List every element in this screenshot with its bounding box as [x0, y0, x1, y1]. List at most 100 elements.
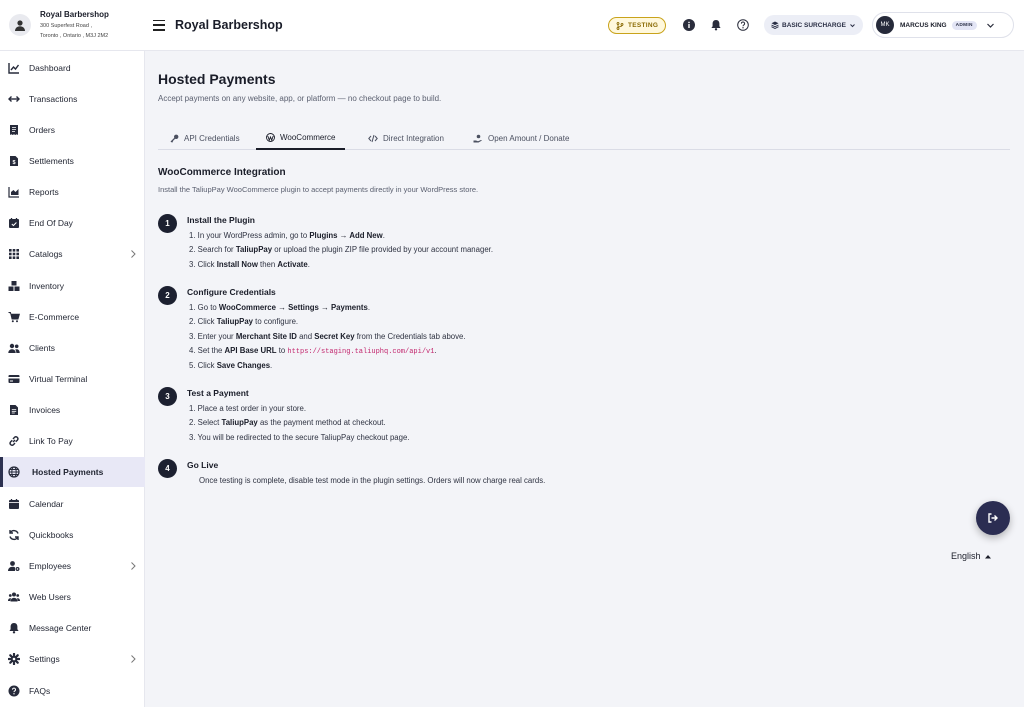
svg-text:$: $	[12, 160, 15, 166]
tab-label: Direct Integration	[383, 134, 444, 143]
tab-direct-integration[interactable]: Direct Integration	[366, 127, 446, 150]
key-icon	[170, 134, 179, 143]
receipt-icon	[10, 125, 18, 135]
step-instruction: 3. Click Install Now then Activate.	[189, 260, 310, 269]
sidebar-item-end-of-day[interactable]: End Of Day	[0, 208, 145, 238]
sidebar-item-quickbooks[interactable]: Quickbooks	[0, 520, 145, 550]
step-instruction: 4. Set the API Base URL to https://stagi…	[189, 346, 437, 356]
sidebar-item-label: Message Center	[29, 623, 92, 633]
sidebar-item-settlements[interactable]: $ Settlements	[0, 146, 145, 176]
top-bar: Royal Barbershop TESTING BASIC SURCHARGE…	[145, 0, 1024, 51]
sidebar-item-web-users[interactable]: Web Users	[0, 582, 145, 612]
step-instruction: 3. You will be redirected to the secure …	[189, 433, 409, 442]
instruction-emphasis: API Base URL	[224, 346, 277, 356]
chart-line-icon	[8, 63, 20, 74]
instruction-text: and	[296, 331, 315, 341]
step-title: Test a Payment	[187, 388, 249, 398]
sidebar-item-label: Calendar	[29, 499, 64, 509]
sidebar-item-catalogs[interactable]: Catalogs	[0, 239, 145, 269]
tab-woocommerce[interactable]: WooCommerce	[256, 127, 346, 150]
instruction-emphasis: Activate	[277, 259, 308, 269]
sidebar-item-message-center[interactable]: Message Center	[0, 613, 145, 643]
user-menu[interactable]: MK MARCUS KING ADMIN	[872, 12, 1014, 38]
tab-api-credentials[interactable]: API Credentials	[168, 127, 242, 150]
instruction-text: to	[276, 346, 288, 356]
instruction-emphasis: TaliupPay	[235, 245, 273, 255]
step-instruction: 2. Search for TaliupPay or upload the pl…	[189, 245, 493, 254]
instruction-emphasis: TaliupPay	[221, 418, 258, 428]
user-gear-icon	[8, 561, 20, 571]
instruction-text: 3. You will be redirected to the secure …	[189, 432, 410, 442]
sidebar-item-calendar[interactable]: Calendar	[0, 489, 145, 519]
help-icon[interactable]	[737, 19, 749, 31]
sidebar-item-label: Transactions	[29, 94, 78, 104]
tab-bar: API Credentials WooCommerce Direct Integ…	[158, 127, 1010, 150]
instruction-text: 2. Click	[189, 317, 217, 327]
business-address-line2: Toronto , Ontario , M3J 2M2	[40, 32, 109, 39]
instruction-text: .	[367, 303, 370, 312]
sidebar-item-label: Reports	[29, 187, 59, 197]
layers-icon	[771, 21, 779, 29]
chevron-down-icon	[986, 23, 994, 28]
sidebar-item-hosted-payments[interactable]: Hosted Payments	[0, 457, 145, 487]
tab-label: WooCommerce	[280, 133, 336, 142]
sidebar-item-dashboard[interactable]: Dashboard	[0, 53, 145, 83]
instruction-text: 2. Search for	[189, 245, 236, 255]
chevron-right-icon	[131, 562, 136, 570]
bell-icon[interactable]	[710, 19, 722, 31]
sidebar-item-reports[interactable]: Reports	[0, 177, 145, 207]
sidebar-item-label: Invoices	[29, 405, 61, 415]
sidebar-item-e-commerce[interactable]: E-Commerce	[0, 302, 145, 332]
instruction-text: then	[257, 259, 278, 269]
step-instruction: 1. Go to WooCommerce → Settings → Paymen…	[189, 303, 370, 312]
sidebar-item-label: Catalogs	[29, 249, 63, 259]
sidebar-item-faqs[interactable]: FAQs	[0, 676, 145, 706]
globe-icon	[8, 466, 20, 478]
sidebar-item-label: Virtual Terminal	[29, 374, 88, 384]
bell-icon	[9, 623, 19, 634]
instruction-emphasis: Save Changes	[216, 360, 271, 370]
sign-out-icon	[988, 513, 998, 523]
info-icon[interactable]	[683, 19, 695, 31]
menu-toggle-icon[interactable]	[153, 19, 165, 31]
step-number: 2	[158, 286, 177, 305]
invoice-icon	[10, 405, 18, 415]
surcharge-dropdown[interactable]: BASIC SURCHARGE	[764, 15, 863, 35]
sidebar-item-label: Settlements	[29, 156, 74, 166]
sidebar-item-employees[interactable]: Employees	[0, 551, 145, 581]
testing-badge[interactable]: TESTING	[608, 17, 667, 34]
instruction-text: 5. Click	[189, 360, 217, 370]
main-content: Hosted Payments Accept payments on any w…	[145, 51, 1024, 707]
caret-up-icon	[984, 554, 991, 558]
sidebar-item-label: Dashboard	[29, 63, 71, 73]
sidebar-item-settings[interactable]: Settings	[0, 644, 145, 674]
instruction-text: from the Credentials tab above.	[354, 331, 466, 341]
step-instruction: 5. Click Save Changes.	[189, 361, 272, 370]
user-name: MARCUS KING	[900, 21, 947, 29]
sidebar-item-link-to-pay[interactable]: Link To Pay	[0, 426, 145, 456]
sidebar-item-invoices[interactable]: Invoices	[0, 395, 145, 425]
credit-card-icon	[8, 375, 20, 383]
section-title: WooCommerce Integration	[158, 167, 286, 178]
instruction-emphasis: Merchant Site ID	[235, 331, 297, 341]
instruction-emphasis: Plugins → Add New	[309, 231, 383, 240]
instruction-text: .	[434, 346, 437, 356]
logout-fab[interactable]	[976, 501, 1010, 535]
language-selector[interactable]: English	[951, 551, 991, 561]
sidebar-item-inventory[interactable]: Inventory	[0, 271, 145, 301]
step-instruction: 1. In your WordPress admin, go to Plugin…	[189, 231, 385, 240]
instruction-text: 1. Place a test order in your store.	[189, 404, 307, 413]
sidebar-item-clients[interactable]: Clients	[0, 333, 145, 363]
sidebar-item-label: Inventory	[29, 281, 64, 291]
instruction-emphasis: TaliupPay	[216, 317, 253, 327]
sidebar-item-label: FAQs	[29, 686, 51, 696]
tab-open-amount-donate[interactable]: Open Amount / Donate	[471, 127, 571, 150]
instruction-text: 3. Click	[189, 259, 217, 269]
step-instruction: 1. Place a test order in your store.	[189, 404, 306, 413]
sidebar-item-orders[interactable]: Orders	[0, 115, 145, 145]
testing-badge-label: TESTING	[628, 22, 659, 29]
sidebar-item-virtual-terminal[interactable]: Virtual Terminal	[0, 364, 145, 394]
sidebar-item-transactions[interactable]: Transactions	[0, 84, 145, 114]
sidebar-item-label: End Of Day	[29, 218, 73, 228]
instruction-text: 3. Enter your	[189, 331, 236, 341]
